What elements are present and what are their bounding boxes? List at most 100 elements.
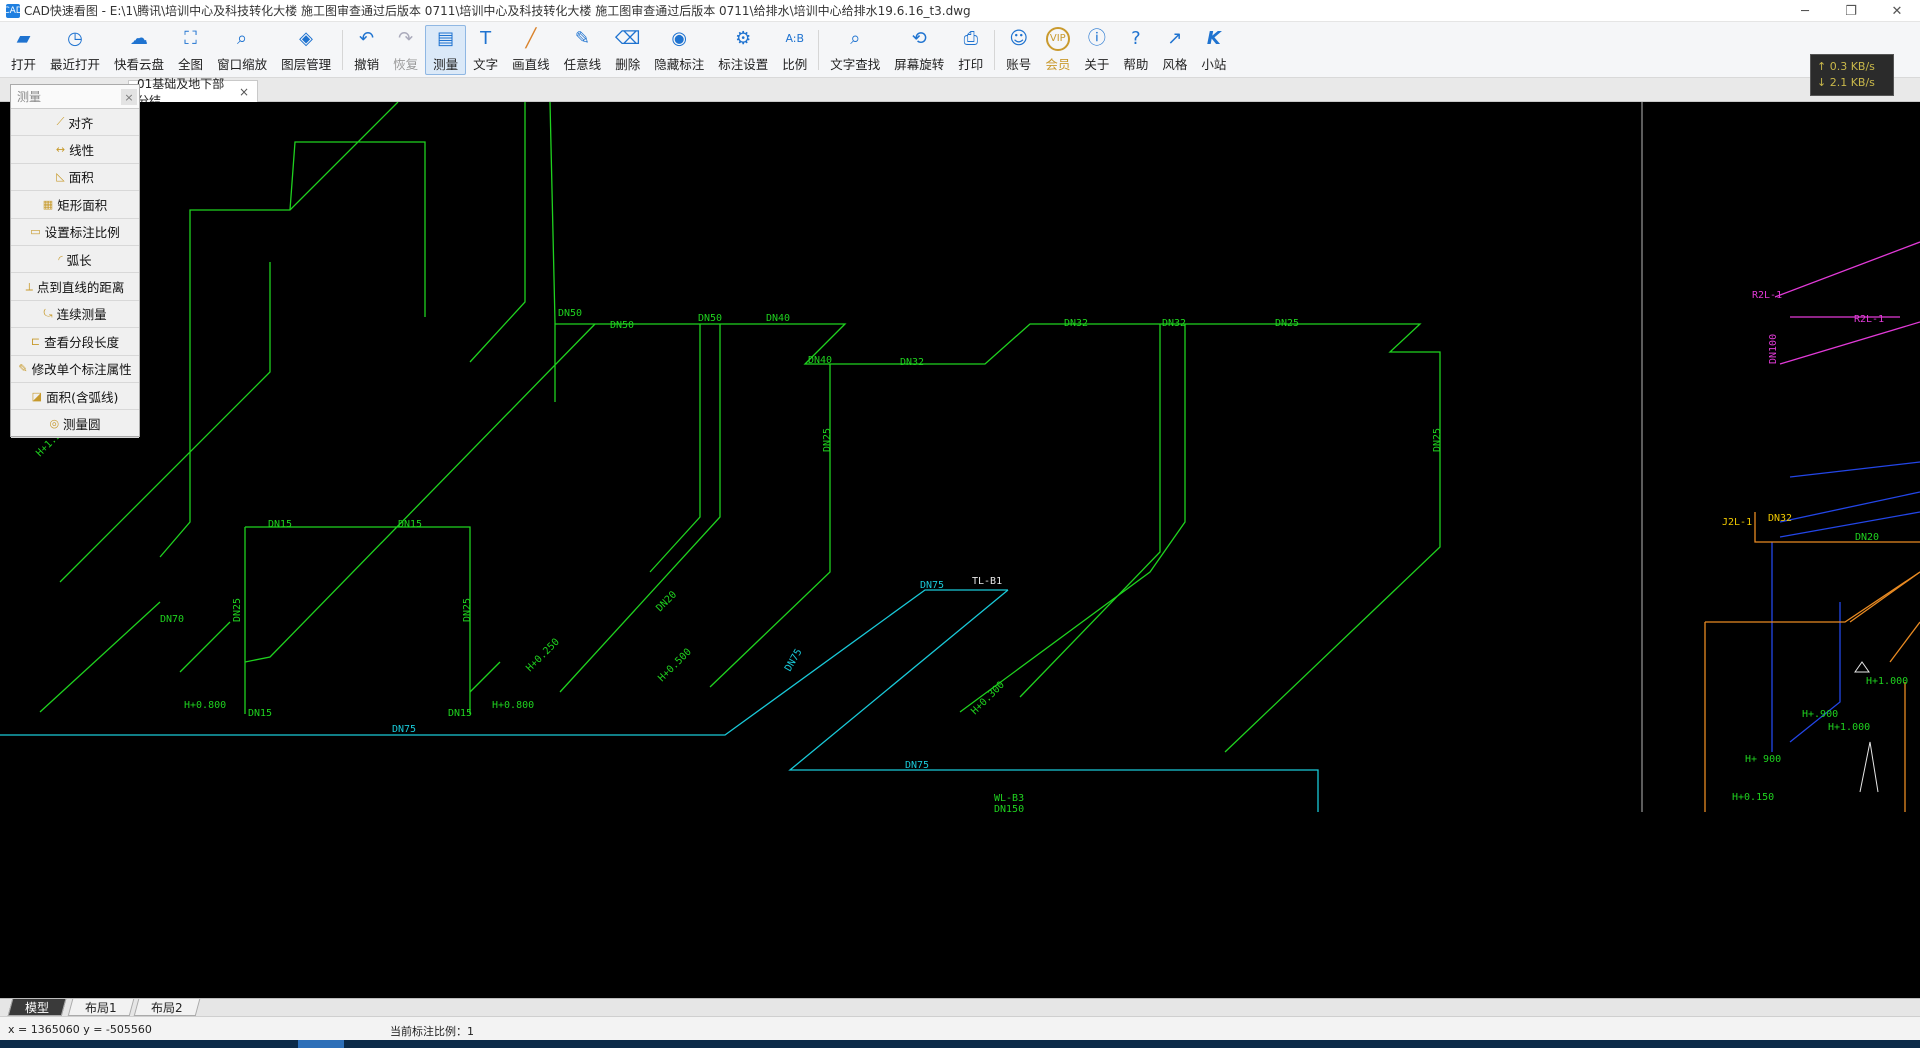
annotation-settings-button[interactable]: ⚙ 标注设置 [711,25,775,75]
account-button[interactable]: ☺ 账号 [999,25,1038,75]
layers-icon: ◈ [299,27,313,49]
tab-model[interactable]: 模型 [7,999,67,1016]
text-search-button[interactable]: ⌕ 文字查找 [823,25,887,75]
window-title: CAD快速看图 - E:\1\腾讯\培训中心及科技转化大楼 施工图审查通过后版本… [24,4,971,18]
style-button[interactable]: ↗ 风格 [1155,25,1194,75]
scale-icon: A:B [785,31,805,45]
document-tab-bar: 01基础及地下部分结… × [0,77,1920,108]
cad-label: DN40 [766,313,790,324]
mini-site-button[interactable]: K 小站 [1194,25,1233,75]
text-icon: T [480,27,492,49]
network-speed-widget: ↑ 0.3 KB/s ↓ 2.1 KB/s [1810,54,1894,96]
cursor-coordinates: x = 1365060 y = -505560 [8,1023,152,1036]
text-button[interactable]: T 文字 [466,25,505,75]
tab-layout-1[interactable]: 布局1 [67,999,134,1016]
layout-tab-bar: 模型 布局1 布局2 [0,998,1920,1016]
rotate-screen-button[interactable]: ⟲ 屏幕旋转 [887,25,951,75]
continuous-measure-button[interactable]: ⤿ 连续测量 [11,301,139,329]
layers-button[interactable]: ◈ 图层管理 [274,25,338,75]
download-speed: ↓ 2.1 KB/s [1817,76,1875,89]
linear-measure-icon: ↔ [55,143,66,157]
cad-label: DN20 [654,589,679,614]
document-tab[interactable]: 01基础及地下部分结… × [128,77,258,108]
eraser-icon: ⌫ [614,27,641,49]
cad-label: DN15 [448,708,472,719]
cad-label: TL-B1 [972,576,1002,587]
modify-annotation-button[interactable]: ✎ 修改单个标注属性 [11,356,139,383]
draw-line-button[interactable]: ╱ 画直线 [505,25,557,75]
app-logo-icon: CAD [3,3,23,18]
zoom-window-button[interactable]: ⌕ 窗口缩放 [210,25,274,75]
scale-button[interactable]: A:B 比例 [775,25,814,75]
vip-icon: VIP [1045,26,1070,51]
about-button[interactable]: ⓘ 关于 [1077,25,1116,75]
minimize-button[interactable]: ─ [1782,0,1828,22]
cad-label: DN32 [1162,318,1186,329]
upload-speed: ↑ 0.3 KB/s [1817,60,1875,73]
measure-linear-button[interactable]: ↔ 线性 [11,136,139,164]
cad-label: DN150 [994,804,1024,815]
cloud-button[interactable]: ☁ 快看云盘 [107,25,171,75]
measure-align-button[interactable]: ⟋ 对齐 [11,109,139,137]
window-controls: ─ ❐ ✕ [1782,0,1920,22]
measure-arc-length-button[interactable]: ◜ 弧长 [11,246,139,274]
point-to-line-distance-button[interactable]: ⟂ 点到直线的距离 [11,273,139,301]
undo-button[interactable]: ↶ 撤销 [347,25,386,75]
hide-annotation-button[interactable]: ◉ 隐藏标注 [647,25,711,75]
cad-label: DN40 [808,355,832,366]
toolbar-divider [342,29,344,70]
measure-circle-button[interactable]: ◎ 测量圆 [11,410,139,438]
close-tab-icon[interactable]: × [239,85,249,99]
clock-icon: ◷ [67,27,83,49]
align-measure-icon: ⟋ [56,115,65,129]
close-window-button[interactable]: ✕ [1874,0,1920,22]
recent-button[interactable]: ◷ 最近打开 [43,25,107,75]
main-toolbar: ▰ 打开 ◷ 最近打开 ☁ 快看云盘 ⛶ 全图 ⌕ 窗口缩放 ◈ 图层管理 ↶ 撤销 ↷ 恢复 … [0,22,1920,78]
cad-label: DN75 [783,647,805,673]
measure-area-button[interactable]: ◺ 面积 [11,164,139,192]
toolbar-divider [818,29,820,70]
cad-label: DN25 [822,428,833,452]
drawing-canvas[interactable]: DN50 DN50 DN50 DN40 DN40 DN32 DN32 DN32 … [0,102,1920,998]
cad-label: DN75 [392,724,416,735]
cad-label: DN25 [462,598,473,622]
print-button[interactable]: ⎙ 打印 [951,25,990,75]
delete-button[interactable]: ⌫ 删除 [608,25,647,75]
measure-panel-close-icon[interactable]: × [121,89,137,105]
zoom-window-icon: ⌕ [237,27,248,49]
cad-label: DN32 [1064,318,1088,329]
measure-button[interactable]: ▤ 测量 [425,24,467,75]
help-button[interactable]: ? 帮助 [1116,25,1155,75]
style-icon: ↗ [1167,27,1183,49]
point-line-icon: ⟂ [25,279,33,293]
cad-label: H+0.800 [184,700,226,711]
segment-length-button[interactable]: ⊏ 查看分段长度 [11,328,139,356]
redo-button[interactable]: ↷ 恢复 [386,25,425,75]
tab-layout-2[interactable]: 布局2 [133,999,200,1016]
maximize-button[interactable]: ❐ [1828,0,1874,22]
cad-label: H+0.800 [492,700,534,711]
cad-label: J2L-1 [1722,517,1752,528]
measure-rect-area-button[interactable]: ▦ 矩形面积 [11,191,139,219]
fullview-button[interactable]: ⛶ 全图 [171,25,210,75]
cad-label: DN70 [160,614,184,625]
folder-icon: ▰ [16,27,31,49]
rotate-icon: ⟲ [911,27,927,49]
modify-icon: ✎ [18,362,28,376]
rect-area-icon: ▦ [42,197,54,211]
status-bar: x = 1365060 y = -505560 当前标注比例：1 [0,1016,1920,1040]
open-button[interactable]: ▰ 打开 [4,25,43,75]
area-with-arc-button[interactable]: ◪ 面积(含弧线) [11,383,139,411]
set-annotation-scale-button[interactable]: ▭ 设置标注比例 [11,219,139,246]
continuous-measure-icon: ⤿ [43,306,53,320]
cad-drawing: DN50 DN50 DN50 DN40 DN40 DN32 DN32 DN32 … [0,102,1920,815]
cad-label: H+0.250 [524,637,562,675]
freehand-button[interactable]: ✎ 任意线 [557,25,609,75]
vip-button[interactable]: VIP 会员 [1038,25,1077,75]
pen-icon: ✎ [574,27,590,49]
redo-icon: ↷ [398,27,414,49]
cad-label: DN25 [1275,318,1299,329]
taskbar-active-app[interactable] [298,1040,344,1048]
cad-label: DN50 [558,308,582,319]
cad-label: DN32 [1768,513,1792,524]
